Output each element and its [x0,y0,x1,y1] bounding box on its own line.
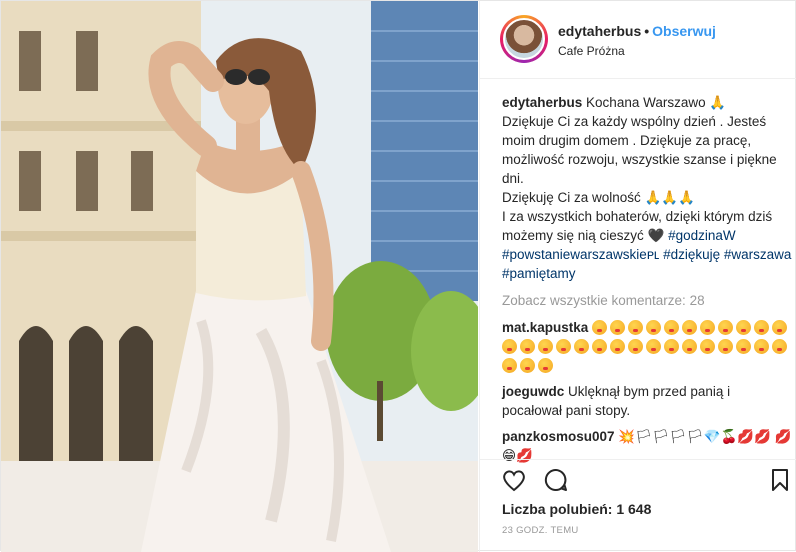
kissing-face-emoji-icon [610,320,626,335]
kissing-face-emoji-icon [736,320,752,335]
comment-username[interactable]: panzkosmosu007 [502,429,615,444]
kissing-face-emoji-icon [682,320,698,335]
caption-line: Kochana Warszawo 🙏 [586,95,727,110]
kissing-face-emoji-icon [628,320,644,335]
kissing-face-emoji-icon [556,339,571,354]
kissing-face-emoji-icon [664,320,680,335]
kissing-face-emoji-icon [718,320,734,335]
comment-item: joeguwdc Uklęknął bym przed panią i poca… [502,382,792,420]
kissing-face-emoji-icon [736,339,751,354]
view-all-comments-link[interactable]: Zobacz wszystkie komentarze: 28 [502,291,792,310]
kissing-face-emoji-icon [664,339,679,354]
kissing-face-emoji-icon [700,320,716,335]
comment-item: mat.kapustka [502,318,792,375]
kissing-face-emoji-icon [520,339,535,354]
hashtag-link[interactable]: #powstaniewarszawskieᴘʟ [502,247,659,262]
kissing-face-emoji-icon [592,339,607,354]
post-photo-illustration [1,1,478,552]
comment-bubble-icon[interactable] [542,466,570,494]
kissing-face-emoji-icon [646,339,661,354]
kissing-face-emoji-icon [520,358,535,373]
heart-outline-icon[interactable] [500,466,528,494]
follow-button[interactable]: Obserwuj [652,23,716,39]
caption: edytaherbus Kochana Warszawo 🙏 Dziękuje … [502,93,792,283]
post-side-panel: edytaherbus • Obserwuj Cafe Próżna edytahe… [479,1,796,552]
kissing-face-emoji-icon [538,358,553,373]
instagram-post: edytaherbus • Obserwuj Cafe Próżna edytahe… [0,0,796,552]
comment-username[interactable]: mat.kapustka [502,320,588,335]
username-row: edytaherbus • Obserwuj [558,23,716,39]
avatar-image [503,18,545,60]
post-header: edytaherbus • Obserwuj Cafe Próżna [480,1,796,79]
kissing-face-emoji-icon [772,339,787,354]
post-photo[interactable] [1,1,478,552]
caption-line: Dziękuję Ci za wolność 🙏🙏🙏 [502,190,695,205]
caption-username[interactable]: edytaherbus [502,95,582,110]
kissing-face-emoji-icon [700,339,715,354]
hashtag-link[interactable]: #warszawa [724,247,792,262]
avatar[interactable] [500,15,548,63]
post-timestamp[interactable]: 23 GODZ. TEMU [502,525,579,536]
location-link[interactable]: Cafe Próżna [558,44,625,58]
kissing-face-emoji-icon [754,320,770,335]
hashtag-link[interactable]: #dziękuję [663,247,720,262]
hashtag-link[interactable]: #pamiętamy [502,266,576,281]
comments-section: edytaherbus Kochana Warszawo 🙏 Dziękuje … [502,93,792,472]
kissing-face-emoji-icon [628,339,643,354]
kissing-face-emoji-icon [772,320,788,335]
kissing-face-emoji-icon [754,339,769,354]
kissing-face-emoji-icon [610,339,625,354]
comment-username[interactable]: joeguwdc [502,384,564,399]
kissing-face-emoji-icon [682,339,697,354]
likes-count[interactable]: Liczba polubień: 1 648 [502,501,651,517]
kissing-face-emoji-icon [538,339,553,354]
header-username[interactable]: edytaherbus [558,23,641,39]
bookmark-icon[interactable] [766,466,794,494]
caption-line: Dziękuje Ci za każdy wspólny dzień . Jes… [502,114,777,186]
kissing-face-emoji-icon [646,320,662,335]
kissing-face-emoji-icon [592,320,608,335]
separator-dot: • [644,23,650,39]
post-actions-bar [480,459,796,499]
hashtag-link[interactable]: #godzinaW [668,228,736,243]
kissing-face-emoji-icon [502,358,517,373]
kissing-face-emoji-icon [718,339,733,354]
kissing-face-emoji-icon [574,339,589,354]
kissing-face-emoji-icon [502,339,517,354]
